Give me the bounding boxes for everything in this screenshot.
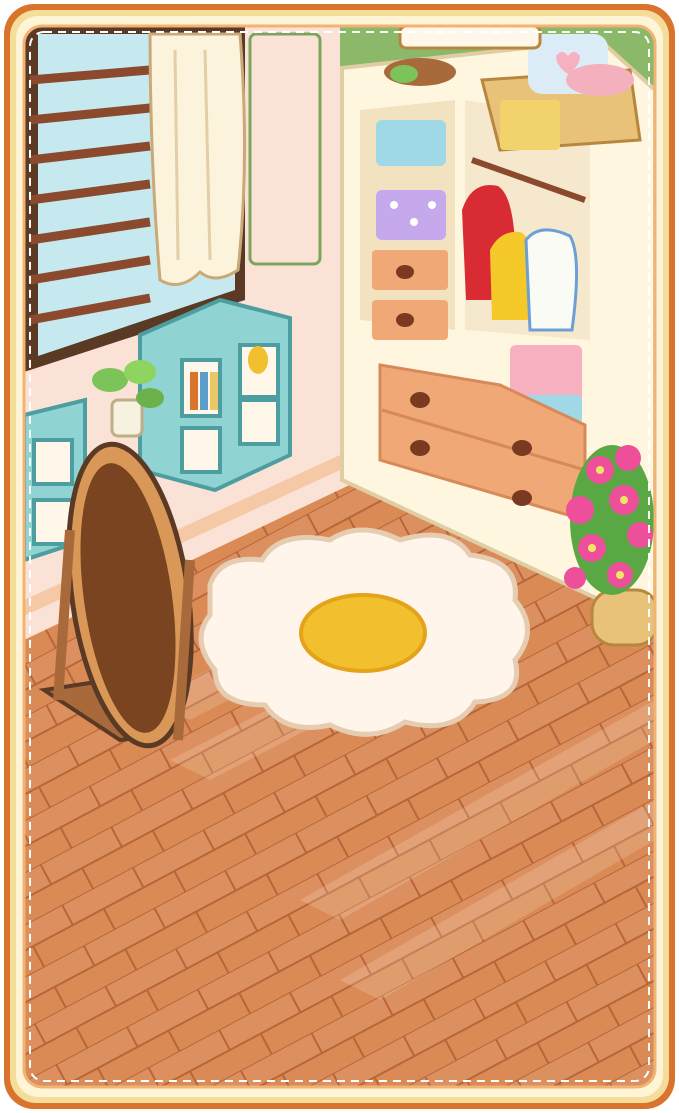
flower-rug-icon <box>198 527 530 737</box>
curtain-icon <box>148 32 247 286</box>
room <box>24 26 655 1087</box>
dressing-room-scene <box>4 4 675 1109</box>
books-icon <box>190 372 218 410</box>
clock-icon <box>248 346 268 374</box>
